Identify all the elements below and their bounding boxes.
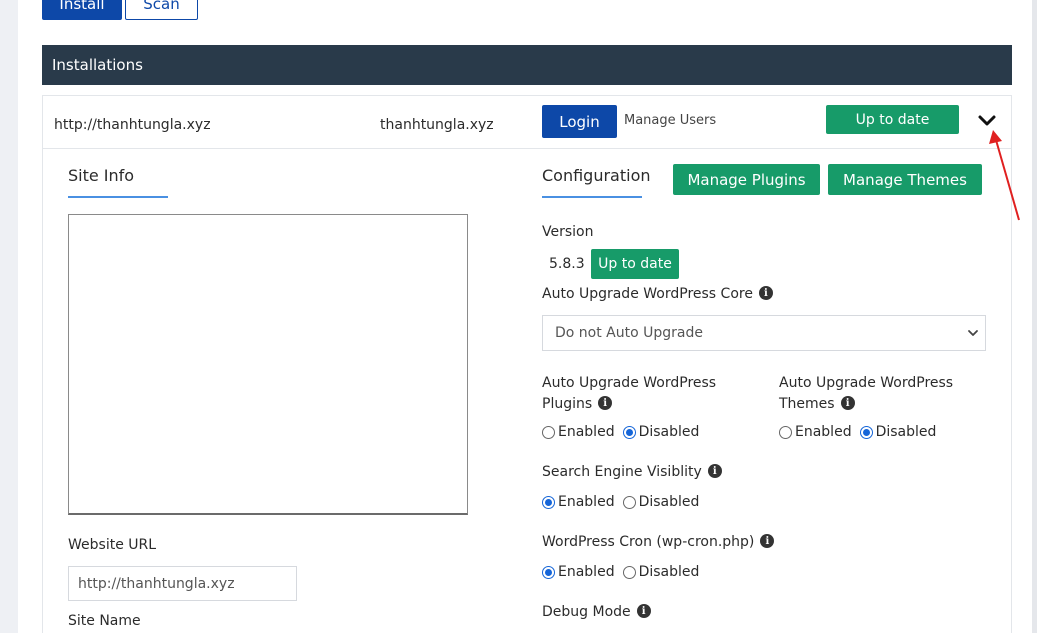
debug-mode-label: Debug Mode i xyxy=(542,604,651,620)
website-url-label: Website URL xyxy=(68,537,157,553)
debug-mode-text: Debug Mode xyxy=(542,604,631,620)
version-value: 5.8.3 xyxy=(549,256,585,272)
radio-label: Enabled xyxy=(795,424,852,440)
radio-label: Enabled xyxy=(558,424,615,440)
auto-upgrade-themes-label: Auto Upgrade WordPress Themes i xyxy=(779,373,979,415)
auto-upgrade-themes-text: Auto Upgrade WordPress Themes xyxy=(779,375,954,412)
search-engine-enabled-option[interactable]: Enabled xyxy=(542,494,615,510)
site-info-tab-underline xyxy=(68,196,168,198)
installation-url: http://thanhtungla.xyz xyxy=(54,117,211,133)
radio-button-checked[interactable] xyxy=(542,495,555,509)
themes-disabled-option[interactable]: Disabled xyxy=(859,424,937,440)
radio-label: Disabled xyxy=(638,564,700,580)
radio-label: Disabled xyxy=(638,424,700,440)
auto-upgrade-core-label: Auto Upgrade WordPress Core i xyxy=(542,286,773,302)
manage-users-link[interactable]: Manage Users xyxy=(624,113,716,128)
plugins-disabled-option[interactable]: Disabled xyxy=(622,424,700,440)
info-icon[interactable]: i xyxy=(598,396,613,410)
row-divider xyxy=(42,148,1012,149)
wp-cron-radio-group: Enabled Disabled xyxy=(542,564,707,580)
info-icon[interactable]: i xyxy=(636,604,651,618)
radio-button[interactable] xyxy=(542,425,555,439)
plugins-enabled-option[interactable]: Enabled xyxy=(542,424,615,440)
wp-cron-text: WordPress Cron (wp-cron.php) xyxy=(542,534,755,550)
tab-configuration[interactable]: Configuration xyxy=(542,166,651,185)
search-engine-radio-group: Enabled Disabled xyxy=(542,494,707,510)
login-button[interactable]: Login xyxy=(542,105,617,138)
status-up-to-date-button[interactable]: Up to date xyxy=(826,105,959,134)
search-engine-visibility-text: Search Engine Visiblity xyxy=(542,464,702,480)
cron-disabled-option[interactable]: Disabled xyxy=(622,564,700,580)
installations-title: Installations xyxy=(52,56,143,74)
annotation-arrow xyxy=(989,130,1020,221)
auto-upgrade-core-text: Auto Upgrade WordPress Core xyxy=(542,286,753,302)
auto-upgrade-plugins-radio-group: Enabled Disabled xyxy=(542,424,707,440)
info-icon[interactable]: i xyxy=(707,464,722,478)
cron-enabled-option[interactable]: Enabled xyxy=(542,564,615,580)
wp-cron-label: WordPress Cron (wp-cron.php) i xyxy=(542,534,775,550)
installation-domain: thanhtungla.xyz xyxy=(380,117,494,133)
scan-button[interactable]: Scan xyxy=(125,0,198,20)
version-label: Version xyxy=(542,224,594,240)
configuration-tab-underline xyxy=(542,196,642,198)
radio-button-checked[interactable] xyxy=(622,425,636,439)
info-icon[interactable]: i xyxy=(758,286,773,300)
radio-button-checked[interactable] xyxy=(859,425,873,439)
search-engine-disabled-option[interactable]: Disabled xyxy=(622,494,700,510)
manage-plugins-button[interactable]: Manage Plugins xyxy=(673,164,820,195)
info-icon[interactable]: i xyxy=(840,396,855,410)
radio-button[interactable] xyxy=(779,425,792,439)
site-name-label: Site Name xyxy=(68,613,141,629)
installations-header: Installations xyxy=(42,45,1012,85)
left-sidebar-strip xyxy=(0,0,18,633)
radio-button[interactable] xyxy=(622,565,636,579)
search-engine-visibility-label: Search Engine Visiblity i xyxy=(542,464,722,480)
chevron-down-icon xyxy=(968,330,978,336)
manage-themes-button[interactable]: Manage Themes xyxy=(828,164,982,195)
site-preview-frame xyxy=(68,214,468,515)
radio-button-checked[interactable] xyxy=(542,565,555,579)
radio-button[interactable] xyxy=(622,495,636,509)
tab-site-info[interactable]: Site Info xyxy=(68,166,134,185)
auto-upgrade-plugins-label: Auto Upgrade WordPress Plugins i xyxy=(542,373,742,415)
themes-enabled-option[interactable]: Enabled xyxy=(779,424,852,440)
auto-upgrade-themes-radio-group: Enabled Disabled xyxy=(779,424,944,440)
info-icon[interactable]: i xyxy=(760,534,775,548)
auto-upgrade-plugins-text: Auto Upgrade WordPress Plugins xyxy=(542,375,717,412)
version-up-to-date-button[interactable]: Up to date xyxy=(591,249,679,279)
install-button[interactable]: Install xyxy=(42,0,122,20)
auto-upgrade-core-select[interactable]: Do not Auto Upgrade xyxy=(542,315,986,351)
radio-label: Enabled xyxy=(558,494,615,510)
radio-label: Disabled xyxy=(638,494,700,510)
auto-upgrade-core-selected: Do not Auto Upgrade xyxy=(555,325,703,341)
radio-label: Disabled xyxy=(875,424,937,440)
scrollbar-track[interactable] xyxy=(1032,0,1037,633)
website-url-field[interactable]: http://thanhtungla.xyz xyxy=(68,566,297,601)
radio-label: Enabled xyxy=(558,564,615,580)
